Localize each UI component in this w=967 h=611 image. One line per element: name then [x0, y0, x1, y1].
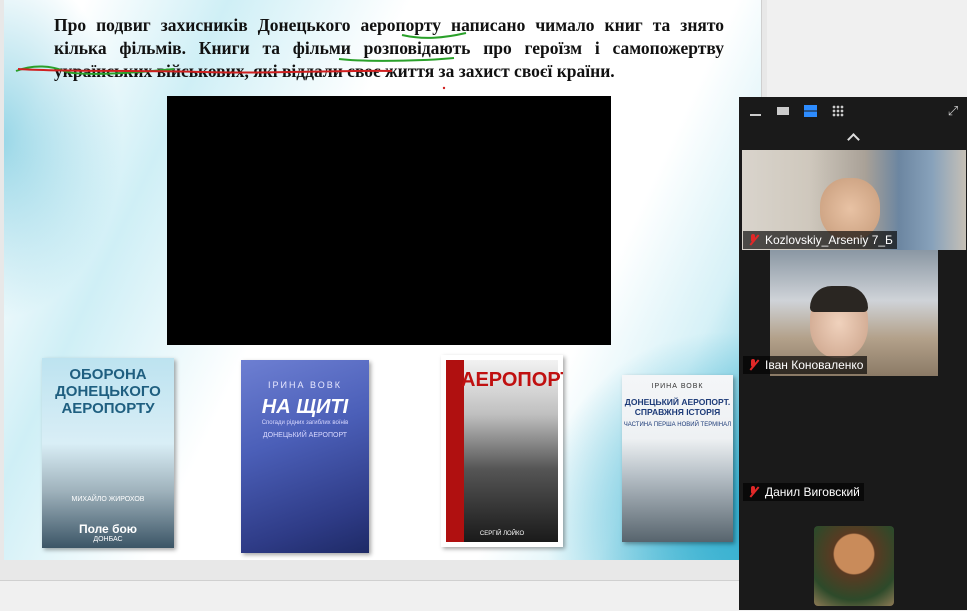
gallery-view-icon[interactable] [830, 103, 846, 119]
book-title: АЕРОПОРТ [461, 369, 563, 391]
participant-name-tag: Іван Коноваленко [743, 356, 868, 374]
speaker-view-icon[interactable] [802, 103, 818, 119]
participant-name-tag: Kozlovskiy_Arseniy 7_Б [743, 231, 897, 249]
book-subtitle: Спогади рідних загиблих воїнів [261, 420, 349, 426]
book-cover-na-shchiti: ІРИНА ВОВК НА ЩИТІ Спогади рідних загибл… [241, 360, 369, 553]
mic-muted-icon [748, 486, 758, 498]
participant-tile[interactable]: Іван Коноваленко [739, 250, 967, 377]
book-subtitle: Поле бою [78, 522, 138, 536]
fullscreen-icon[interactable]: ⤢ [945, 103, 961, 119]
book-author: ІРИНА ВОВК [651, 383, 704, 390]
video-placeholder[interactable] [167, 96, 611, 345]
video-panel: ⤢ Kozlovskiy_Arseniy 7_Б Іван Коноваленк… [739, 97, 967, 610]
panel-toolbar: ⤢ [739, 97, 967, 125]
bottom-bar [0, 580, 767, 611]
participant-tile[interactable]: Данил Виговский [739, 377, 967, 502]
participant-name: Данил Виговский [765, 485, 860, 499]
minimize-icon[interactable] [747, 103, 763, 119]
book-author: МИХАЙЛО ЖИРОХОВ [71, 496, 145, 503]
book-series: ДОНЕЦЬКИЙ АЕРОПОРТ [262, 432, 348, 439]
book-title: НА ЩИТІ [261, 396, 349, 418]
slide: Про подвиг захисників Донецького аеропор… [4, 0, 762, 560]
participant-tile[interactable] [739, 502, 967, 610]
presentation-area: Про подвиг захисників Донецького аеропор… [0, 0, 767, 580]
participant-name: Kozlovskiy_Arseniy 7_Б [765, 233, 893, 247]
book-cover-spravzhnia-istoriia: ІРИНА ВОВК ДОНЕЦЬКИЙ АЕРОПОРТ. СПРАВЖНЯ … [622, 375, 733, 542]
red-dot [442, 86, 446, 90]
participant-tile[interactable]: Kozlovskiy_Arseniy 7_Б [739, 150, 967, 250]
chevron-up-icon[interactable] [739, 127, 967, 147]
book-cover-oborona: ОБОРОНА ДОНЕЦЬКОГО АЕРОПОРТУ МИХАЙЛО ЖИР… [42, 358, 174, 548]
mic-muted-icon [748, 359, 758, 371]
book-cover-aeroport: АЕРОПОРТ СЕРГІЙ ЛОЙКО [441, 355, 563, 547]
participant-name: Іван Коноваленко [765, 358, 864, 372]
book-title: ОБОРОНА ДОНЕЦЬКОГО АЕРОПОРТУ [55, 366, 161, 417]
thumbnail-view-icon[interactable] [775, 103, 791, 119]
participant-avatar-image [814, 526, 894, 606]
participant-hair [810, 286, 868, 312]
mic-muted-icon [748, 234, 758, 246]
book-author: СЕРГІЙ ЛОЙКО [479, 531, 525, 537]
participant-name-tag: Данил Виговский [743, 483, 864, 501]
book-series: ДОНБАС [93, 536, 123, 543]
book-title: ДОНЕЦЬКИЙ АЕРОПОРТ. СПРАВЖНЯ ІСТОРІЯ [624, 397, 731, 417]
book-author: ІРИНА ВОВК [268, 380, 342, 390]
slide-text: Про подвиг захисників Донецького аеропор… [54, 15, 724, 81]
book-subtitle: ЧАСТИНА ПЕРША НОВИЙ ТЕРМІНАЛ [623, 422, 732, 428]
